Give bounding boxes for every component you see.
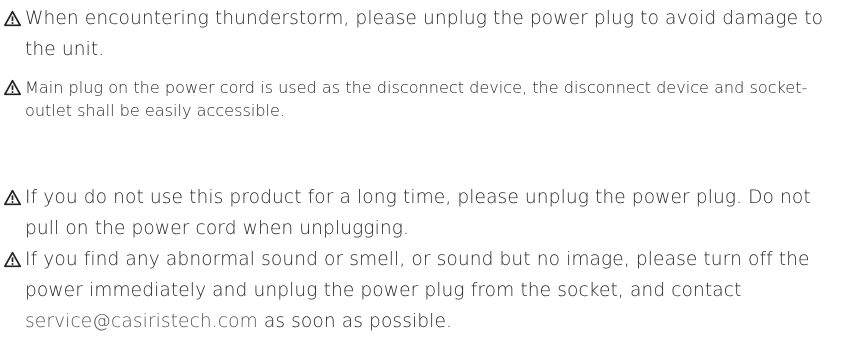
warning-triangle-icon [4,189,21,206]
notice-long-time-unused: If you do not use this product for a lon… [4,182,838,244]
notice-abnormal-sound: If you find any abnormal sound or smell,… [4,244,838,337]
notice-disconnect-device: Main plug on the power cord is used as t… [4,76,838,122]
warning-triangle-icon [4,79,21,96]
warning-triangle-icon [4,10,21,27]
notice-thunderstorm: When encountering thunderstorm, please u… [4,3,838,65]
warning-triangle-icon [4,251,21,268]
support-email-link[interactable]: service@casiristech.com [25,311,258,332]
notice-text: If you find any abnormal sound or smell,… [25,244,838,337]
notice-text-after-email: as soon as possible. [257,311,452,332]
notice-text: When encountering thunderstorm, please u… [25,8,824,60]
notice-text: If you do not use this product for a lon… [25,187,811,239]
notice-text: Main plug on the power cord is used as t… [25,78,808,120]
notice-text-before-email: If you find any abnormal sound or smell,… [25,249,810,301]
